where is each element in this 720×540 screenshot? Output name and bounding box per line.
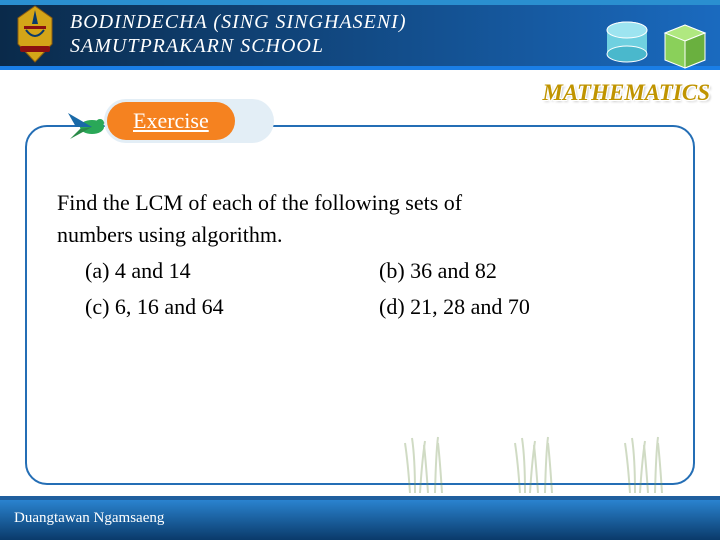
- slide-header: BODINDECHA (SING SINGHASENI) SAMUTPRAKAR…: [0, 0, 720, 70]
- school-name: BODINDECHA (SING SINGHASENI) SAMUTPRAKAR…: [70, 10, 407, 58]
- exercise-body: Find the LCM of each of the following se…: [57, 187, 663, 323]
- option-d: (d) 21, 28 and 70: [379, 291, 663, 323]
- grass-icon: [510, 433, 600, 493]
- grass-icon: [400, 433, 490, 493]
- option-c: (c) 6, 16 and 64: [85, 291, 369, 323]
- cylinder-icon: [603, 20, 651, 65]
- author-name: Duangtawan Ngamsaeng: [14, 510, 164, 526]
- school-crest-icon: [8, 4, 62, 64]
- slide-footer: Duangtawan Ngamsaeng: [0, 500, 720, 540]
- school-name-line2: SAMUTPRAKARN SCHOOL: [70, 34, 407, 58]
- cube-icon: [655, 15, 710, 70]
- grass-icon: [620, 433, 710, 493]
- prompt-line-1: Find the LCM of each of the following se…: [57, 187, 663, 219]
- school-name-line1: BODINDECHA (SING SINGHASENI): [70, 10, 407, 34]
- header-accent-bar: [0, 0, 720, 5]
- footer-accent-bar: [0, 496, 720, 500]
- prompt-line-2: numbers using algorithm.: [57, 219, 663, 251]
- option-a: (a) 4 and 14: [85, 255, 369, 287]
- content-panel: Exercise Find the LCM of each of the fol…: [25, 125, 695, 485]
- exercise-label: Exercise: [107, 102, 235, 140]
- subject-label: MATHEMATICS: [543, 80, 710, 106]
- grass-decoration: [400, 433, 710, 493]
- header-3d-shapes: [603, 10, 710, 70]
- option-b: (b) 36 and 82: [379, 255, 663, 287]
